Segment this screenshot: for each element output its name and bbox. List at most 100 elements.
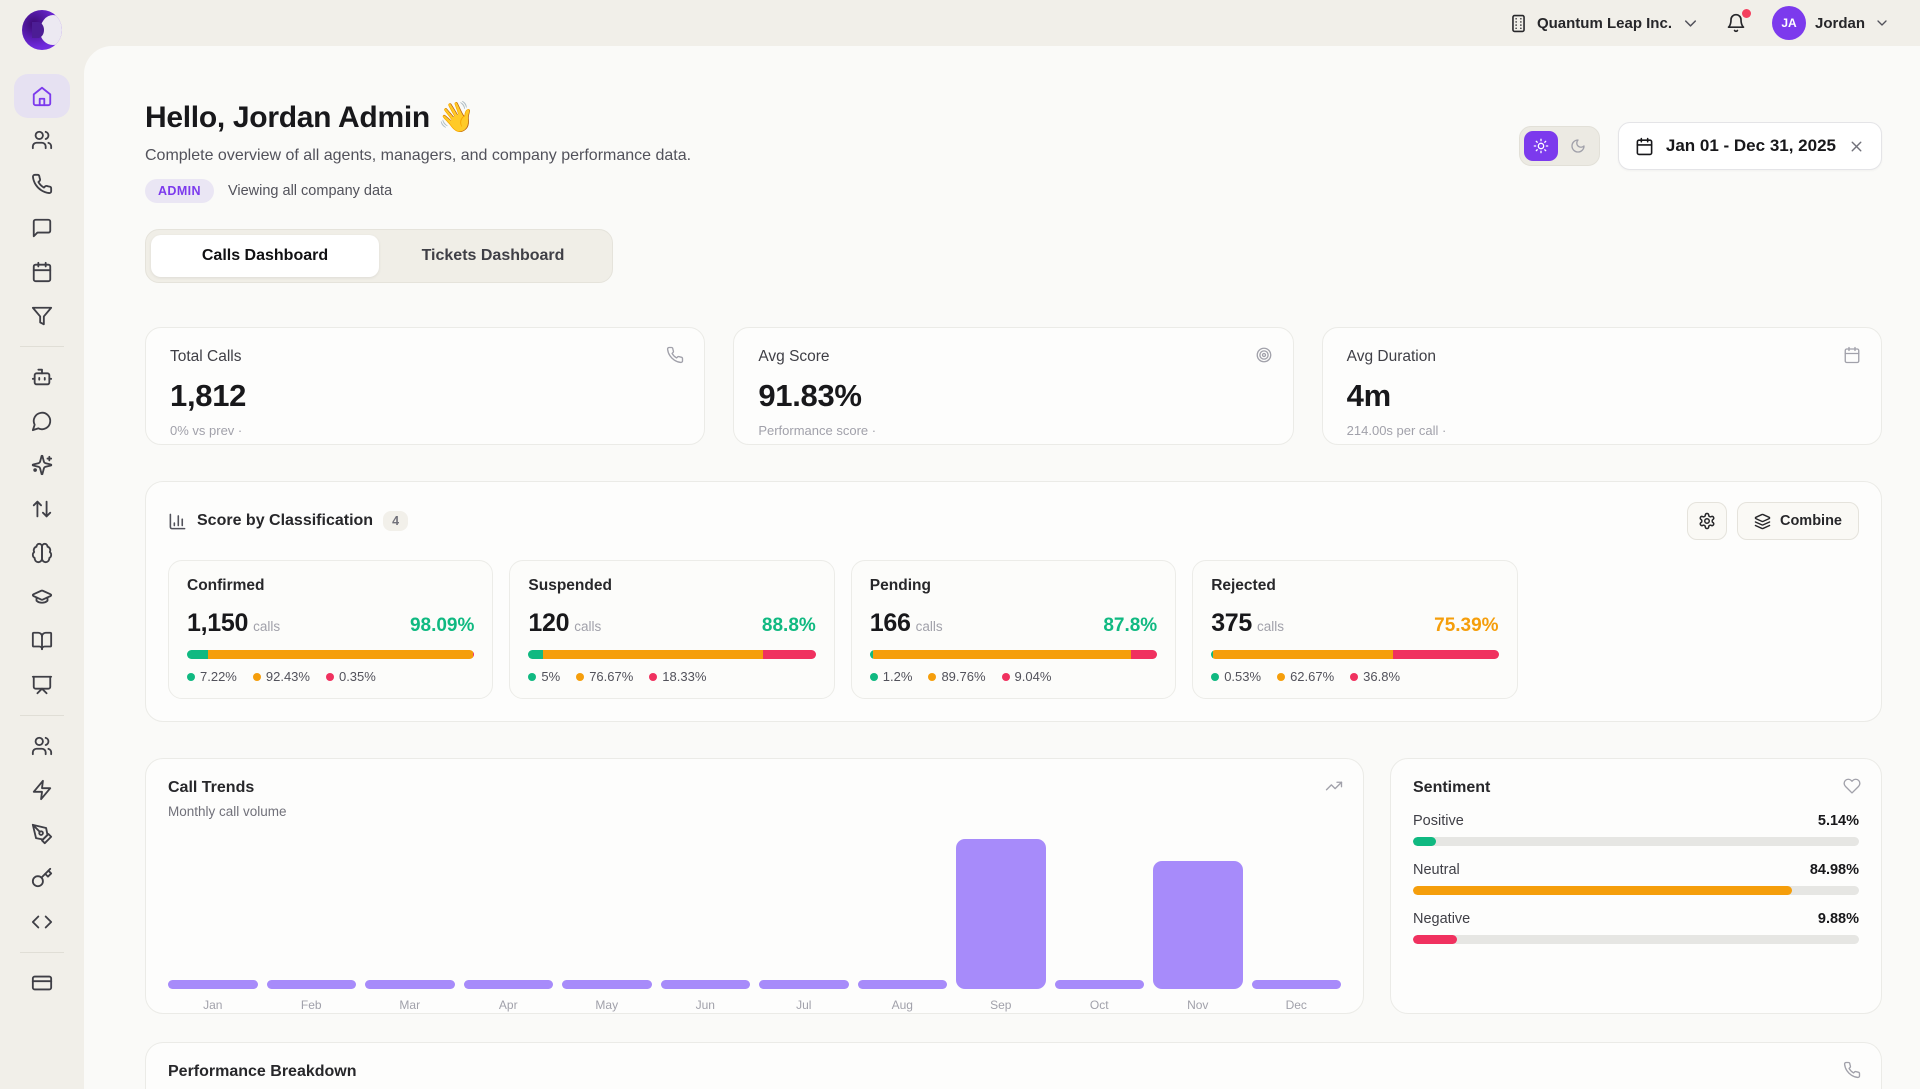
sentiment-fill xyxy=(1413,837,1436,846)
tab-tickets-dashboard[interactable]: Tickets Dashboard xyxy=(379,235,607,277)
trend-bar-mar[interactable] xyxy=(365,980,455,989)
card-title: Call Trends xyxy=(168,779,1341,797)
stat-value: 4m xyxy=(1347,378,1857,414)
bar-segment xyxy=(187,650,208,659)
sentiment-track xyxy=(1413,837,1859,846)
classification-legend: 1.2%89.76%9.04% xyxy=(870,669,1157,684)
tab-calls-dashboard[interactable]: Calls Dashboard xyxy=(151,235,379,277)
company-selector[interactable]: Quantum Leap Inc. xyxy=(1509,14,1700,33)
sidebar-item-teams[interactable] xyxy=(14,724,70,768)
classification-card-rejected: Rejected 375calls 75.39% 0.53%62.67%36.8… xyxy=(1192,560,1517,699)
bar-segment xyxy=(528,650,542,659)
sun-icon xyxy=(1533,138,1549,154)
theme-light-button[interactable] xyxy=(1524,131,1558,161)
sidebar-item-presentations[interactable] xyxy=(14,663,70,707)
sidebar-item-bot[interactable] xyxy=(14,355,70,399)
legend-item: 76.67% xyxy=(576,669,633,684)
pen-tool-icon xyxy=(31,823,53,845)
classification-legend: 0.53%62.67%36.8% xyxy=(1211,669,1498,684)
trend-bar-jan[interactable] xyxy=(168,980,258,989)
call-trends-card: Call Trends Monthly call volume JanFebMa… xyxy=(145,758,1364,1014)
sidebar-item-access-keys[interactable] xyxy=(14,856,70,900)
trend-bar-jun[interactable] xyxy=(661,980,751,989)
legend-dot-icon xyxy=(1002,673,1010,681)
section-title: Performance Breakdown xyxy=(168,1063,1859,1081)
classification-label: Suspended xyxy=(528,577,815,595)
classification-label: Pending xyxy=(870,577,1157,595)
month-label: Jul xyxy=(759,998,849,1012)
notifications-button[interactable] xyxy=(1726,13,1746,33)
trend-chart xyxy=(168,831,1341,989)
stat-label: Avg Duration xyxy=(1347,348,1857,366)
date-range-picker[interactable]: Jan 01 - Dec 31, 2025 xyxy=(1618,122,1882,170)
sidebar-item-transfers[interactable] xyxy=(14,487,70,531)
sidebar-item-messages[interactable] xyxy=(14,206,70,250)
sidebar-item-billing[interactable] xyxy=(14,961,70,1005)
trend-bar-oct[interactable] xyxy=(1055,980,1145,989)
sentiment-row-positive: Positive5.14% xyxy=(1413,813,1859,846)
stat-cards: Total Calls 1,812 0% vs prev · Avg Score… xyxy=(145,327,1882,445)
classification-count: 120 xyxy=(528,609,569,637)
trend-bar-sep[interactable] xyxy=(956,839,1046,989)
heart-icon xyxy=(1843,777,1861,795)
month-label: Sep xyxy=(956,998,1046,1012)
month-label: Oct xyxy=(1055,998,1145,1012)
role-note: Viewing all company data xyxy=(228,183,392,199)
legend-item: 9.04% xyxy=(1002,669,1052,684)
trend-bar-may[interactable] xyxy=(562,980,652,989)
sidebar-item-filters[interactable] xyxy=(14,294,70,338)
phone-icon xyxy=(31,173,53,195)
legend-dot-icon xyxy=(576,673,584,681)
classification-score: 87.8% xyxy=(1103,615,1157,637)
user-menu[interactable]: JA Jordan xyxy=(1772,6,1890,40)
classification-bar xyxy=(528,650,815,659)
trend-bar-dec[interactable] xyxy=(1252,980,1342,989)
clear-date-button[interactable] xyxy=(1848,138,1865,155)
bar-chart-icon xyxy=(168,512,187,531)
classification-label: Confirmed xyxy=(187,577,474,595)
stat-sub: Performance score · xyxy=(758,423,1268,438)
legend-item: 7.22% xyxy=(187,669,237,684)
trending-up-icon xyxy=(1325,777,1343,795)
app-logo[interactable] xyxy=(22,10,62,50)
sidebar-item-training[interactable] xyxy=(14,575,70,619)
legend-value: 0.53% xyxy=(1224,669,1261,684)
sidebar-item-home[interactable] xyxy=(14,74,70,118)
sidebar-item-intelligence[interactable] xyxy=(14,531,70,575)
sidebar-item-calendar[interactable] xyxy=(14,250,70,294)
score-by-classification-section: Score by Classification 4 Combine xyxy=(145,481,1882,722)
trend-bar-aug[interactable] xyxy=(858,980,948,989)
sidebar-item-calls[interactable] xyxy=(14,162,70,206)
sidebar-item-design[interactable] xyxy=(14,812,70,856)
sidebar xyxy=(0,0,84,1089)
page-subtitle: Complete overview of all agents, manager… xyxy=(145,147,691,165)
stat-label: Total Calls xyxy=(170,348,680,366)
sidebar-item-chat[interactable] xyxy=(14,399,70,443)
classification-count: 1,150 xyxy=(187,609,248,637)
graduation-cap-icon xyxy=(31,586,53,608)
trend-slot xyxy=(365,831,455,989)
trend-bar-nov[interactable] xyxy=(1153,861,1243,989)
users-icon xyxy=(31,735,53,757)
settings-button[interactable] xyxy=(1687,502,1727,540)
bar-segment xyxy=(208,650,474,659)
sidebar-item-developer[interactable] xyxy=(14,900,70,944)
sidebar-item-automations[interactable] xyxy=(14,768,70,812)
trend-bar-feb[interactable] xyxy=(267,980,357,989)
combine-button[interactable]: Combine xyxy=(1737,502,1859,540)
theme-dark-button[interactable] xyxy=(1561,131,1595,161)
stat-card-avg-score: Avg Score 91.83% Performance score · xyxy=(733,327,1293,445)
sentiment-label: Positive xyxy=(1413,813,1464,829)
trend-bar-jul[interactable] xyxy=(759,980,849,989)
sidebar-item-ai[interactable] xyxy=(14,443,70,487)
users-icon xyxy=(31,129,53,151)
sidebar-item-users[interactable] xyxy=(14,118,70,162)
app-root: Quantum Leap Inc. JA Jordan Hello, Jorda… xyxy=(0,0,1920,1089)
trend-bar-apr[interactable] xyxy=(464,980,554,989)
theme-toggle[interactable] xyxy=(1519,126,1600,166)
month-label: Apr xyxy=(464,998,554,1012)
sentiment-label: Negative xyxy=(1413,911,1470,927)
legend-value: 7.22% xyxy=(200,669,237,684)
sidebar-item-knowledge[interactable] xyxy=(14,619,70,663)
sentiment-fill xyxy=(1413,935,1457,944)
